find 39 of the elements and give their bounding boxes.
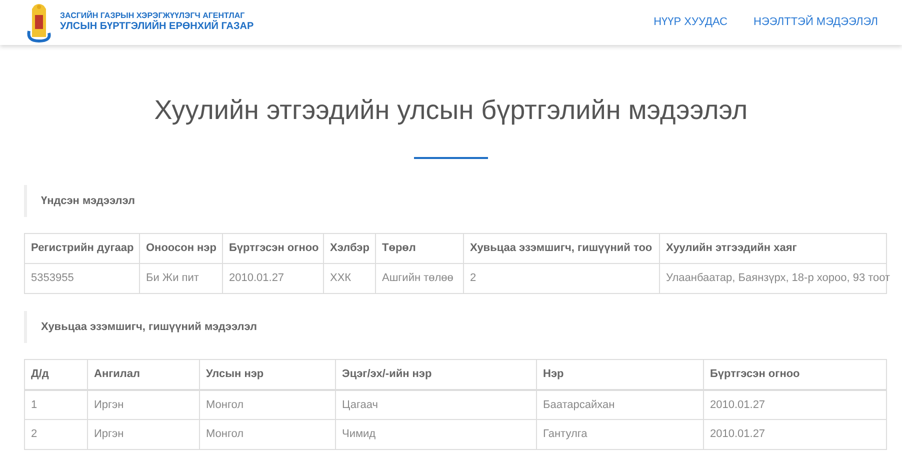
table-cell: ХХК (324, 264, 376, 294)
nav-link[interactable]: НҮҮР ХУУДАС (654, 14, 728, 31)
column-header: Хуулийн этгээдийн хаяг (660, 234, 886, 264)
page-title: Хуулийн этгээдийн улсын бүртгэлийн мэдээлэл (153, 97, 749, 124)
column-header: Регистрийн дугаар (24, 234, 140, 264)
table-cell: 2 (464, 264, 660, 294)
column-header: Д/д (24, 360, 88, 390)
table-cell: Иргэн (88, 420, 200, 450)
table-cell: 2010.01.27 (222, 264, 324, 294)
column-header: Бүртгэсэн огноо (704, 360, 886, 390)
agency-name: УЛСЫН БҮРТГЭЛИЙН ЕРӨНХИЙ ГАЗАР (60, 21, 254, 34)
table-cell: Би Жи пит (140, 264, 222, 294)
column-header: Хувьцаа эзэмшигч, гишүүний тоо (464, 234, 660, 264)
column-header: Эцэг/эх/-ийн нэр (336, 360, 536, 390)
column-header: Бүртгэсэн огноо (222, 234, 324, 264)
nav-link[interactable]: НЭЭЛТТЭЙ МЭДЭЭЛЭЛ (754, 14, 878, 31)
table-cell: Иргэн (88, 390, 200, 420)
table-cell: Ашгийн төлөө (376, 264, 464, 294)
table-cell: Баатарсайхан (536, 390, 704, 420)
table-cell: 5353955 (24, 264, 140, 294)
agency-subtitle: ЗАСГИЙН ГАЗРЫН ХЭРЭГЖҮҮЛЭГЧ АГЕНТЛАГ (60, 11, 246, 20)
section-heading: Хувьцаа эзэмшигч, гишүүний мэдээлэл (24, 311, 878, 343)
emblem-icon (26, 2, 52, 42)
column-header: Улсын нэр (200, 360, 336, 390)
table-cell: Монгол (200, 390, 336, 420)
table-cell: 1 (24, 390, 88, 420)
column-header: Ангилал (88, 360, 200, 390)
column-header: Нэр (536, 360, 704, 390)
table-cell: Гантулга (536, 420, 704, 450)
table-cell: Цагаач (336, 390, 536, 420)
column-header: Төрөл (376, 234, 464, 264)
column-header: Оноосон нэр (140, 234, 222, 264)
table-cell: Чимид (336, 420, 536, 450)
table-cell: 2010.01.27 (704, 420, 886, 450)
column-header: Хэлбэр (324, 234, 376, 264)
table-cell: Монгол (200, 420, 336, 450)
table-cell: 2010.01.27 (704, 390, 886, 420)
table-cell: 2 (24, 420, 88, 450)
section-heading: Үндсэн мэдээлэл (24, 185, 878, 217)
